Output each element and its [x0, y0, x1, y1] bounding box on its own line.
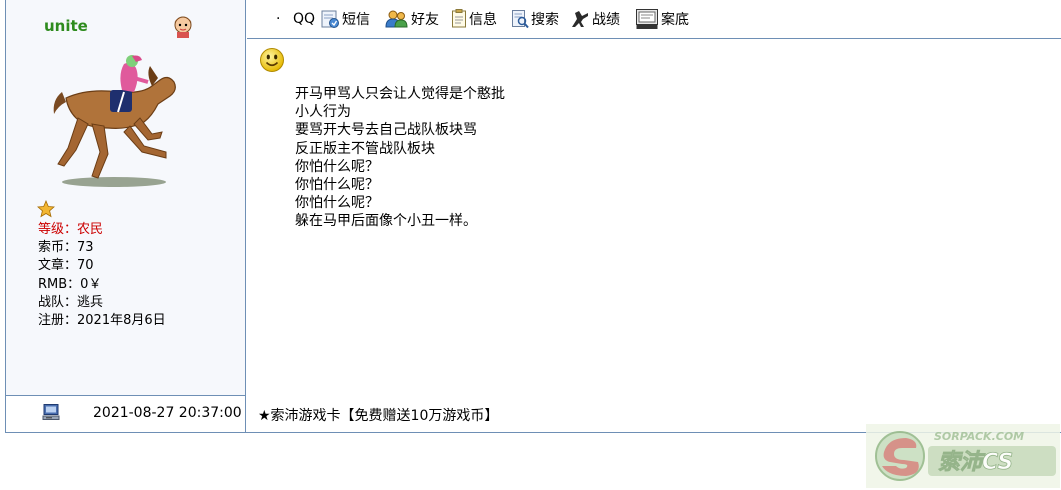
- computer-icon: [42, 404, 60, 420]
- message-line: 你怕什么呢？: [295, 158, 379, 175]
- sms-label: 短信: [342, 12, 370, 28]
- watermark-url: SORPACK.COM: [934, 430, 1024, 443]
- rank-star-icon: [37, 200, 55, 218]
- search-button[interactable]: 搜索: [511, 9, 559, 29]
- info-button[interactable]: 信息: [451, 9, 497, 29]
- author-team: 战队：逃兵: [38, 294, 104, 310]
- message-line: 反正版主不管战队板块: [295, 140, 435, 157]
- post-message: 开马甲骂人只会让人觉得是个憨批 小人行为 要骂开大号去自己战队板块骂 反正版主不…: [295, 85, 505, 231]
- message-line: 小人行为: [295, 104, 351, 121]
- info-label: 信息: [469, 12, 497, 28]
- message-line: 躲在马甲后面像个小丑一样。: [295, 213, 477, 230]
- archive-button[interactable]: 案底: [635, 9, 689, 29]
- watermark-brand: 索沛CS: [938, 450, 1013, 475]
- author-info: 等级：农民 索币：73 文章：70 RMB：0￥ 战队：逃兵 注册：2021年8…: [38, 221, 166, 330]
- message-line: 开马甲骂人只会让人觉得是个憨批: [295, 86, 505, 102]
- sms-button[interactable]: 短信: [320, 9, 370, 29]
- footer-meta: 2021-08-27 20:37:00: [6, 396, 246, 432]
- forum-post: unite 等级：农民 索币：73 文章：70 RMB：0￥ 战队：逃兵 注册：…: [5, 0, 1061, 433]
- post-toolbar: · QQ 短信 好友 信息 搜索 战绩 案底: [247, 0, 1061, 39]
- qq-button[interactable]: QQ: [293, 9, 315, 29]
- info-icon: [452, 9, 466, 28]
- horse-avatar: [53, 55, 176, 187]
- stats-label: 战绩: [592, 12, 620, 28]
- friends-icon: [385, 10, 408, 28]
- author-level: 等级：农民: [38, 221, 166, 239]
- post-timestamp: 2021-08-27 20:37:00: [93, 405, 242, 421]
- author-registered: 注册：2021年8月6日: [38, 313, 166, 329]
- level-label: 等级：: [38, 222, 78, 237]
- smiley-icon: [260, 48, 284, 72]
- stats-button[interactable]: 战绩: [570, 9, 620, 29]
- search-icon: [512, 10, 529, 29]
- message-line: 要骂开大号去自己战队板块骂: [295, 122, 477, 139]
- site-watermark-logo: SORPACK.COM 索沛CS: [866, 424, 1060, 488]
- level-value: 农民: [77, 222, 104, 237]
- toolbar-bullet: ·: [276, 11, 281, 27]
- message-line: 你怕什么呢？: [295, 195, 379, 212]
- friends-button[interactable]: 好友: [385, 9, 439, 29]
- archive-label: 案底: [661, 12, 689, 28]
- author-rmb: RMB：0￥: [38, 276, 102, 292]
- author-panel: unite 等级：农民 索币：73 文章：70 RMB：0￥ 战队：逃兵 注册：…: [6, 0, 246, 396]
- author-coins: 索币：73: [38, 240, 94, 256]
- post-body: · QQ 短信 好友 信息 搜索 战绩 案底 开马甲骂人只会让人觉得是个憨批 小…: [247, 0, 1061, 396]
- ad-link[interactable]: ★索沛游戏卡【免费赠送10万游戏币】: [258, 405, 498, 425]
- archive-icon: [636, 9, 658, 29]
- author-articles: 文章：70: [38, 258, 94, 274]
- gender-icon: [174, 16, 192, 38]
- stats-icon: [572, 11, 588, 27]
- search-label: 搜索: [531, 12, 559, 28]
- message-line: 你怕什么呢？: [295, 177, 379, 194]
- friends-label: 好友: [411, 12, 439, 28]
- qq-label: QQ: [293, 11, 316, 27]
- sms-icon: [321, 10, 339, 28]
- author-name[interactable]: unite: [44, 17, 88, 35]
